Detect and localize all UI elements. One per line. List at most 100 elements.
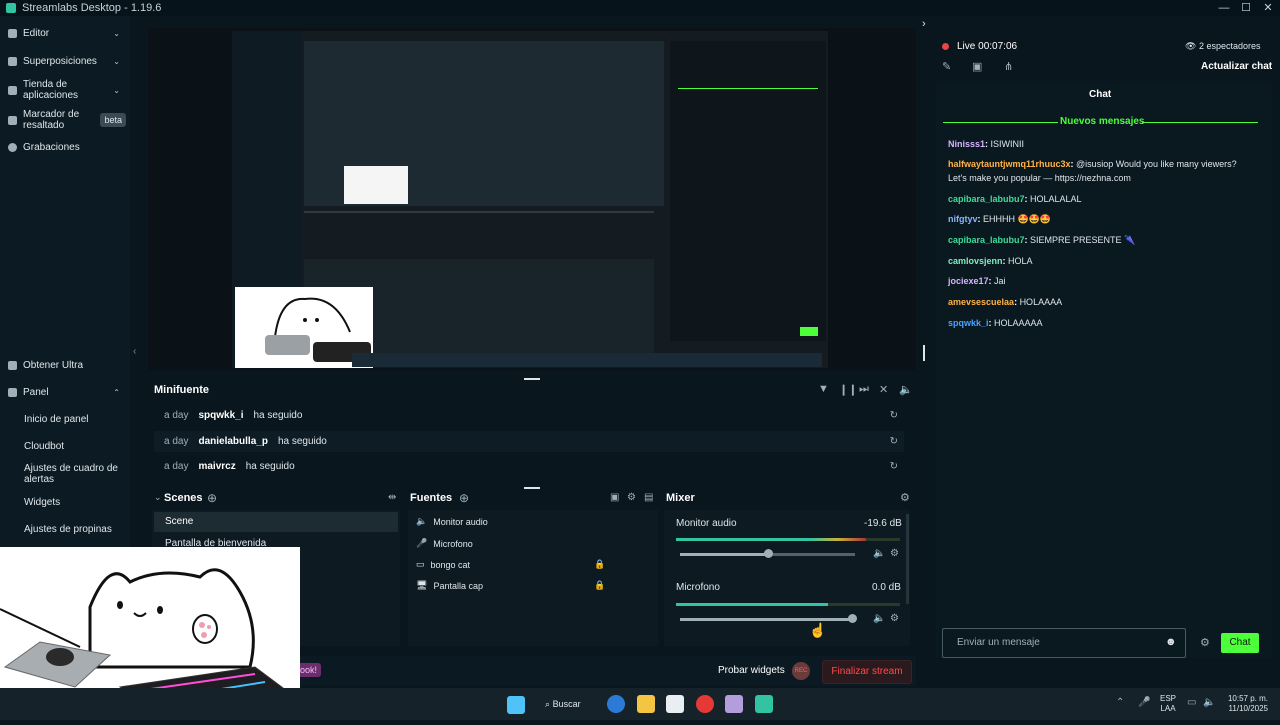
- source-item[interactable]: ▭ bongo cat: [416, 559, 470, 570]
- mute-speaker-icon[interactable]: 🔈: [873, 613, 885, 624]
- finalizar-stream-button[interactable]: Finalizar stream: [822, 660, 912, 684]
- sidebar-item-superposiciones[interactable]: Superposiciones ⌄: [8, 56, 126, 67]
- channel-settings-icon[interactable]: ⚙: [890, 548, 899, 559]
- volume-slider[interactable]: [680, 549, 855, 558]
- layers-icon: [8, 57, 17, 66]
- chat-username[interactable]: camlovsjenn: [948, 256, 1003, 266]
- sidebar-subitem-alertas[interactable]: Ajustes de cuadro de alertas: [24, 463, 124, 485]
- volume-tray-icon[interactable]: 🔈: [1203, 697, 1215, 708]
- emoji-icon[interactable]: ☻: [1165, 636, 1177, 648]
- volume-slider[interactable]: [680, 614, 857, 623]
- live-status: Live 00:07:06: [957, 41, 1017, 52]
- add-scene-icon[interactable]: ⊕: [207, 491, 217, 505]
- viewer-label: 2 espectadores: [1198, 41, 1261, 51]
- sidebar-item-marcador[interactable]: Marcador de resaltado beta: [8, 108, 126, 132]
- store-app-icon[interactable]: [666, 695, 684, 713]
- file-explorer-icon[interactable]: [637, 695, 655, 713]
- sidebar-item-label: Tienda de aplicaciones: [23, 79, 79, 101]
- source-group-icon[interactable]: ▣: [610, 492, 619, 503]
- streamlabs-taskbar-icon[interactable]: [755, 695, 773, 713]
- chat-username[interactable]: nifgtyv: [948, 214, 978, 224]
- scene-transitions-icon[interactable]: ⇹: [388, 492, 396, 503]
- sidebar-subitem-cloudbot[interactable]: Cloudbot: [24, 441, 124, 452]
- chat-username[interactable]: jociexe17: [948, 276, 989, 286]
- chevron-up-icon[interactable]: ⌃: [1116, 697, 1124, 708]
- sidebar-subitem-propinas[interactable]: Ajustes de propinas: [24, 524, 124, 535]
- chat-username[interactable]: capibara_labubu7: [948, 235, 1025, 245]
- source-folder-icon[interactable]: ▤: [644, 492, 653, 503]
- language-indicator[interactable]: ESP LAA: [1160, 694, 1176, 714]
- microphone-tray-icon[interactable]: 🎤: [1138, 697, 1150, 708]
- lock-icon[interactable]: 🔒: [594, 580, 605, 591]
- share-icon[interactable]: ⋔: [1004, 60, 1013, 73]
- event-time: a day: [164, 410, 189, 421]
- mute-speaker-icon[interactable]: 🔈: [873, 548, 885, 559]
- add-source-icon[interactable]: ⊕: [459, 491, 469, 505]
- replay-icon[interactable]: ↻: [890, 461, 898, 472]
- chat-username[interactable]: halfwaytauntjwmq11rhuuc3x: [948, 159, 1071, 169]
- collapse-scenes-icon[interactable]: ⌄: [154, 492, 162, 503]
- source-item[interactable]: 🎤 Microfono: [416, 538, 473, 549]
- sidebar-item-editor[interactable]: Editor ⌄: [8, 28, 126, 39]
- sidebar-item-obtener-ultra[interactable]: Obtener Ultra: [8, 360, 126, 371]
- chat-input[interactable]: Enviar un mensaje ☻: [942, 628, 1186, 658]
- collapse-sidebar-icon[interactable]: ‹: [133, 346, 136, 357]
- chat-message: capibara_labubu7: HOLALALAL: [948, 194, 1082, 204]
- edit-icon[interactable]: ✎: [942, 60, 951, 73]
- probar-widgets-button[interactable]: Probar widgets: [718, 665, 785, 676]
- volume-icon[interactable]: 🔈: [899, 383, 913, 396]
- clock[interactable]: 10:57 p. m. 11/10/2025: [1223, 694, 1268, 714]
- chat-username[interactable]: Ninisss1: [948, 139, 985, 149]
- new-messages-label: Nuevos mensajes: [1060, 116, 1145, 127]
- sidebar-subitem-widgets[interactable]: Widgets: [24, 497, 124, 508]
- edge-icon[interactable]: [607, 695, 625, 713]
- chat-title: Chat: [1089, 89, 1112, 100]
- source-settings-icon[interactable]: ⚙: [627, 492, 636, 503]
- chat-username[interactable]: spqwkk_i: [948, 318, 989, 328]
- start-icon[interactable]: [507, 696, 525, 714]
- rec-button[interactable]: REC: [792, 662, 810, 680]
- chat-send-button[interactable]: Chat: [1221, 633, 1259, 653]
- app-icon[interactable]: [725, 695, 743, 713]
- filter-icon[interactable]: ▼: [818, 383, 829, 395]
- maximize-icon[interactable]: ☐: [1236, 0, 1256, 16]
- source-item[interactable]: 🖥 Pantalla cap: [416, 580, 483, 591]
- chat-text: HOLAAAAA: [994, 318, 1043, 328]
- chat-text: Jai: [994, 276, 1006, 286]
- monitor-icon: 🖥: [416, 580, 428, 590]
- chrome-icon[interactable]: [696, 695, 714, 713]
- skip-icon[interactable]: ⏭: [859, 383, 869, 396]
- mouse-cursor: ☝: [809, 622, 827, 638]
- replay-icon[interactable]: ↻: [890, 410, 898, 421]
- drag-handle[interactable]: [524, 378, 540, 380]
- lock-icon[interactable]: 🔒: [594, 559, 605, 570]
- refresh-chat-button[interactable]: Actualizar chat: [1201, 61, 1272, 72]
- sidebar-item-grabaciones[interactable]: Grabaciones: [8, 142, 126, 153]
- chevron-down-icon: ⌄: [113, 57, 120, 66]
- mixer-settings-icon[interactable]: ⚙: [900, 491, 910, 504]
- pause-icon[interactable]: ❙❙: [839, 383, 857, 396]
- chat-settings-icon[interactable]: ⚙: [1200, 636, 1210, 649]
- sidebar-item-tienda[interactable]: Tienda de aplicaciones ⌄: [8, 78, 126, 102]
- close-icon[interactable]: ✕: [1258, 0, 1278, 16]
- replay-icon[interactable]: ↻: [890, 436, 898, 447]
- taskbar-search[interactable]: ⌕ Buscar: [545, 699, 581, 710]
- source-item[interactable]: 🔈 Monitor audio: [416, 516, 488, 527]
- resize-handle[interactable]: [923, 345, 925, 361]
- sidebar-item-panel[interactable]: Panel ⌃: [8, 387, 126, 398]
- channel-settings-icon[interactable]: ⚙: [890, 613, 899, 624]
- mixer-channel-name: Monitor audio: [676, 518, 737, 529]
- drag-handle[interactable]: [524, 487, 540, 489]
- minimize-icon[interactable]: —: [1214, 0, 1234, 16]
- chat-username[interactable]: amevsescuelaa: [948, 297, 1014, 307]
- slider-knob[interactable]: [763, 549, 773, 558]
- chevron-right-icon[interactable]: ›: [922, 18, 926, 30]
- slider-knob[interactable]: [847, 614, 857, 623]
- sidebar-subitem-inicio[interactable]: Inicio de panel: [24, 414, 124, 425]
- source-label: Microfono: [433, 538, 473, 549]
- mixer-scrollbar[interactable]: [906, 514, 909, 604]
- camera-icon[interactable]: ▣: [972, 60, 982, 73]
- mute-alerts-icon[interactable]: ✕: [879, 383, 888, 396]
- network-icon[interactable]: ▭: [1187, 697, 1196, 708]
- chat-username[interactable]: capibara_labubu7: [948, 194, 1025, 204]
